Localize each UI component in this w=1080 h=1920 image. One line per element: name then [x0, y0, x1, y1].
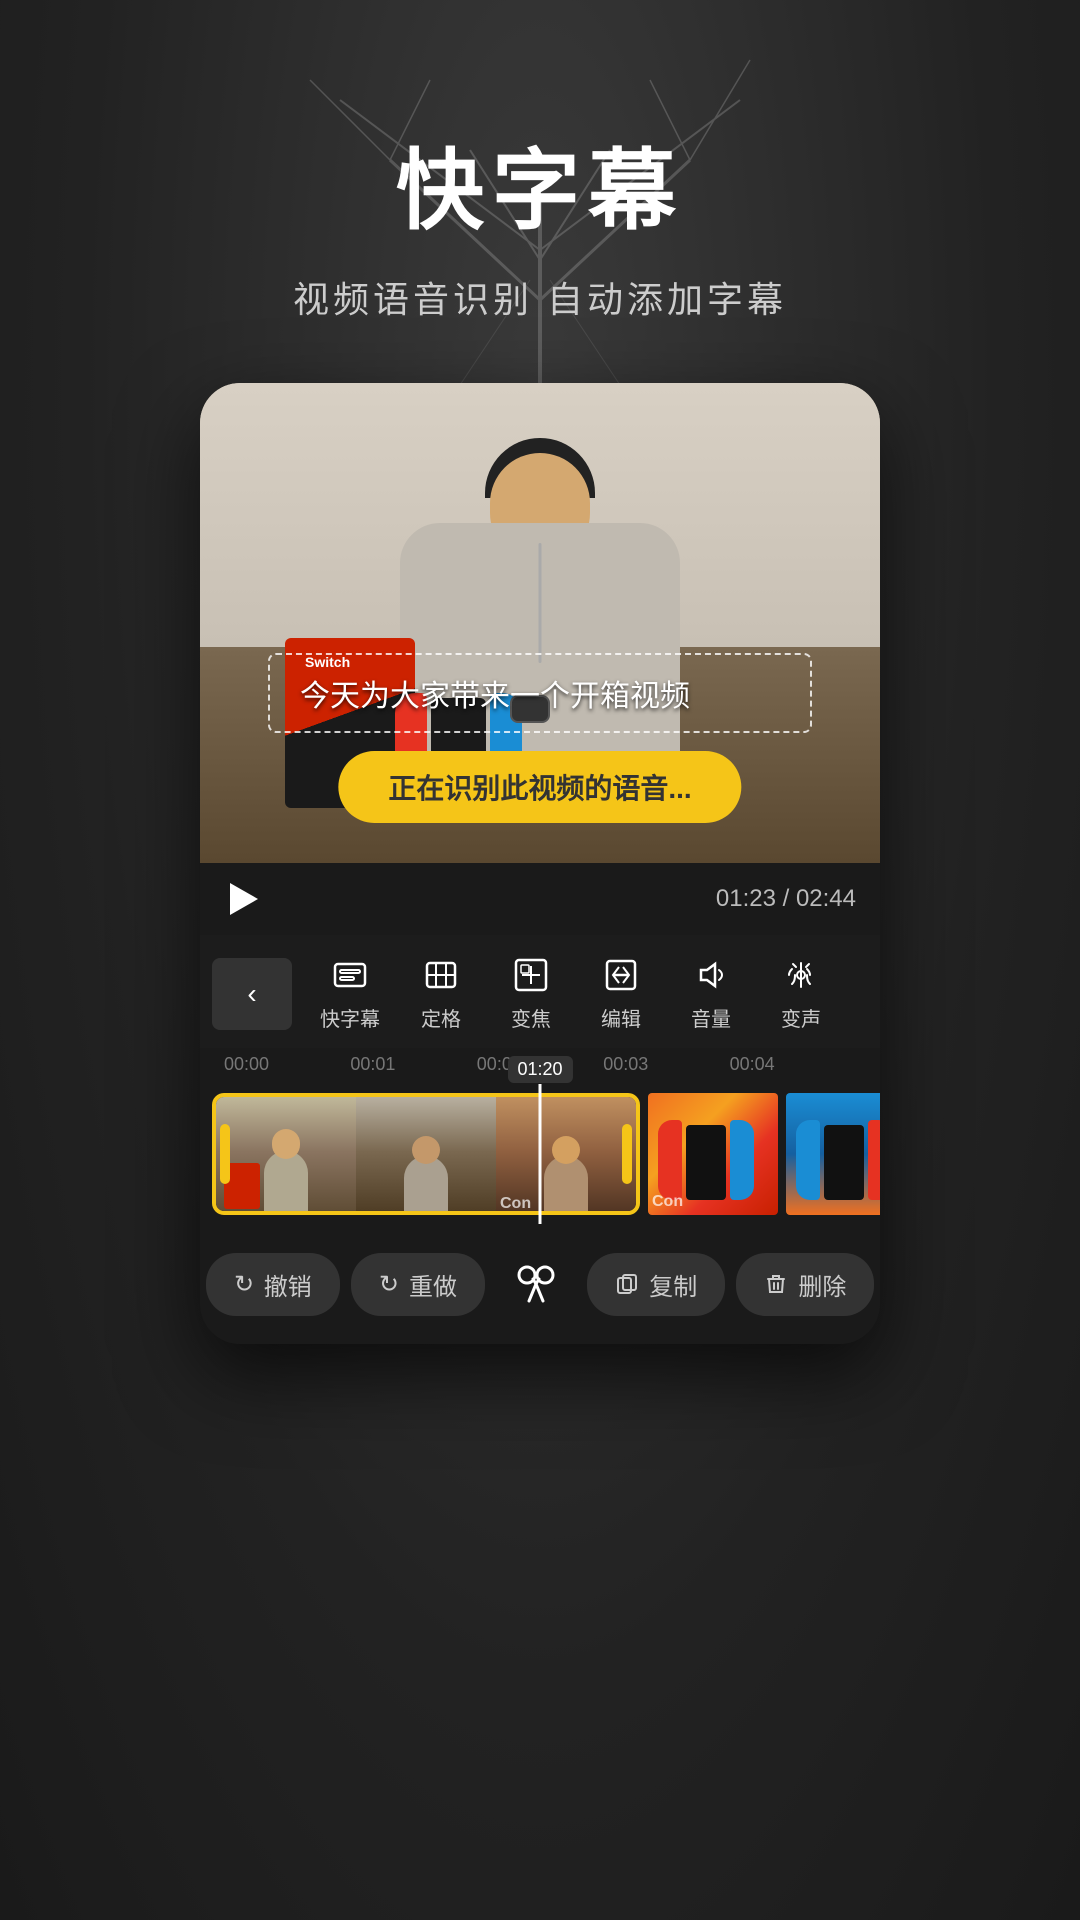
undo-button[interactable]: ↺ 撤销	[206, 1253, 340, 1316]
tool-zoom[interactable]: 变焦	[486, 951, 576, 1036]
tool-caption[interactable]: 快字幕	[304, 951, 396, 1036]
edit-icon	[601, 955, 641, 995]
back-arrow-icon: ‹	[247, 978, 256, 1010]
play-icon	[230, 883, 258, 915]
toolbar: ‹ 快字幕	[200, 935, 880, 1048]
thumbnail-3[interactable]: Con	[496, 1097, 636, 1215]
volume-icon	[691, 955, 731, 995]
sub-title: 视频语音识别 自动添加字幕	[293, 271, 787, 323]
zoom-label: 变焦	[511, 1003, 551, 1032]
undo-icon: ↺	[234, 1270, 254, 1299]
con-text: Con	[500, 1195, 531, 1213]
redo-icon: ↻	[379, 1270, 399, 1299]
main-title: 快字幕	[293, 120, 787, 247]
edit-label: 编辑	[601, 1003, 641, 1032]
voice-label: 变声	[781, 1003, 821, 1032]
freeze-icon	[421, 955, 461, 995]
delete-icon	[764, 1272, 788, 1296]
play-button[interactable]	[224, 879, 264, 919]
subtitle-box: 今天为大家带来一个开箱视频	[268, 653, 812, 733]
thumbnail-5[interactable]: L R	[786, 1093, 880, 1215]
clip-handle-right[interactable]	[622, 1124, 632, 1184]
copy-button[interactable]: 复制	[587, 1253, 725, 1316]
thumbnail-2[interactable]	[356, 1097, 496, 1215]
time-display: 01:23 / 02:44	[716, 885, 856, 913]
redo-button[interactable]: ↻ 重做	[351, 1253, 485, 1316]
undo-label: 撤销	[264, 1267, 312, 1302]
phone-mockup: Switch 今天为大家带来一个开箱视频 正在识别此视频的语音..	[200, 383, 880, 1344]
content-wrapper: 快字幕 视频语音识别 自动添加字幕	[0, 0, 1080, 1920]
copy-icon	[615, 1272, 639, 1296]
action-bar: ↺ 撤销 ↻ 重做	[200, 1224, 880, 1344]
title-area: 快字幕 视频语音识别 自动添加字幕	[293, 120, 787, 323]
playhead: 01:20	[539, 1084, 542, 1224]
delete-button[interactable]: 删除	[736, 1253, 874, 1316]
copy-label: 复制	[649, 1267, 697, 1302]
clip-handle-left[interactable]	[220, 1124, 230, 1184]
ruler-mark-4: 00:04	[730, 1054, 775, 1075]
thumbnail-1[interactable]	[216, 1097, 356, 1215]
volume-label: 音量	[691, 1003, 731, 1032]
ruler-mark-3: 00:03	[603, 1054, 648, 1075]
zoom-icon	[511, 955, 551, 995]
timestamp-badge: 01:20	[507, 1056, 572, 1083]
ruler-mark-0: 00:00	[224, 1054, 269, 1075]
voice-icon	[781, 955, 821, 995]
recognition-banner: 正在识别此视频的语音...	[338, 751, 741, 823]
selected-clip[interactable]: Con	[212, 1093, 640, 1215]
video-area[interactable]: Switch 今天为大家带来一个开箱视频 正在识别此视频的语音..	[200, 383, 880, 863]
cut-button[interactable]	[496, 1244, 576, 1324]
thumbnail-4[interactable]: Con	[648, 1093, 778, 1215]
player-controls: 01:23 / 02:44	[200, 863, 880, 935]
delete-label: 删除	[798, 1267, 846, 1302]
toolbar-items: 快字幕 定格	[304, 951, 880, 1036]
tool-voice[interactable]: 变声	[756, 951, 846, 1036]
caption-label: 快字幕	[320, 1003, 380, 1032]
video-frame: Switch 今天为大家带来一个开箱视频 正在识别此视频的语音..	[200, 383, 880, 863]
recognition-text: 正在识别此视频的语音...	[388, 773, 691, 804]
thumbnail-strip[interactable]: 01:20	[200, 1084, 880, 1224]
redo-label: 重做	[409, 1267, 457, 1302]
tool-edit[interactable]: 编辑	[576, 951, 666, 1036]
back-button[interactable]: ‹	[212, 958, 292, 1030]
con-text-2: Con	[652, 1193, 683, 1211]
ruler-mark-1: 00:01	[350, 1054, 395, 1075]
freeze-label: 定格	[421, 1003, 461, 1032]
tool-freeze[interactable]: 定格	[396, 951, 486, 1036]
caption-icon	[330, 955, 370, 995]
tool-volume[interactable]: 音量	[666, 951, 756, 1036]
scissors-icon	[511, 1259, 561, 1309]
subtitle-text: 今天为大家带来一个开箱视频	[300, 680, 690, 713]
